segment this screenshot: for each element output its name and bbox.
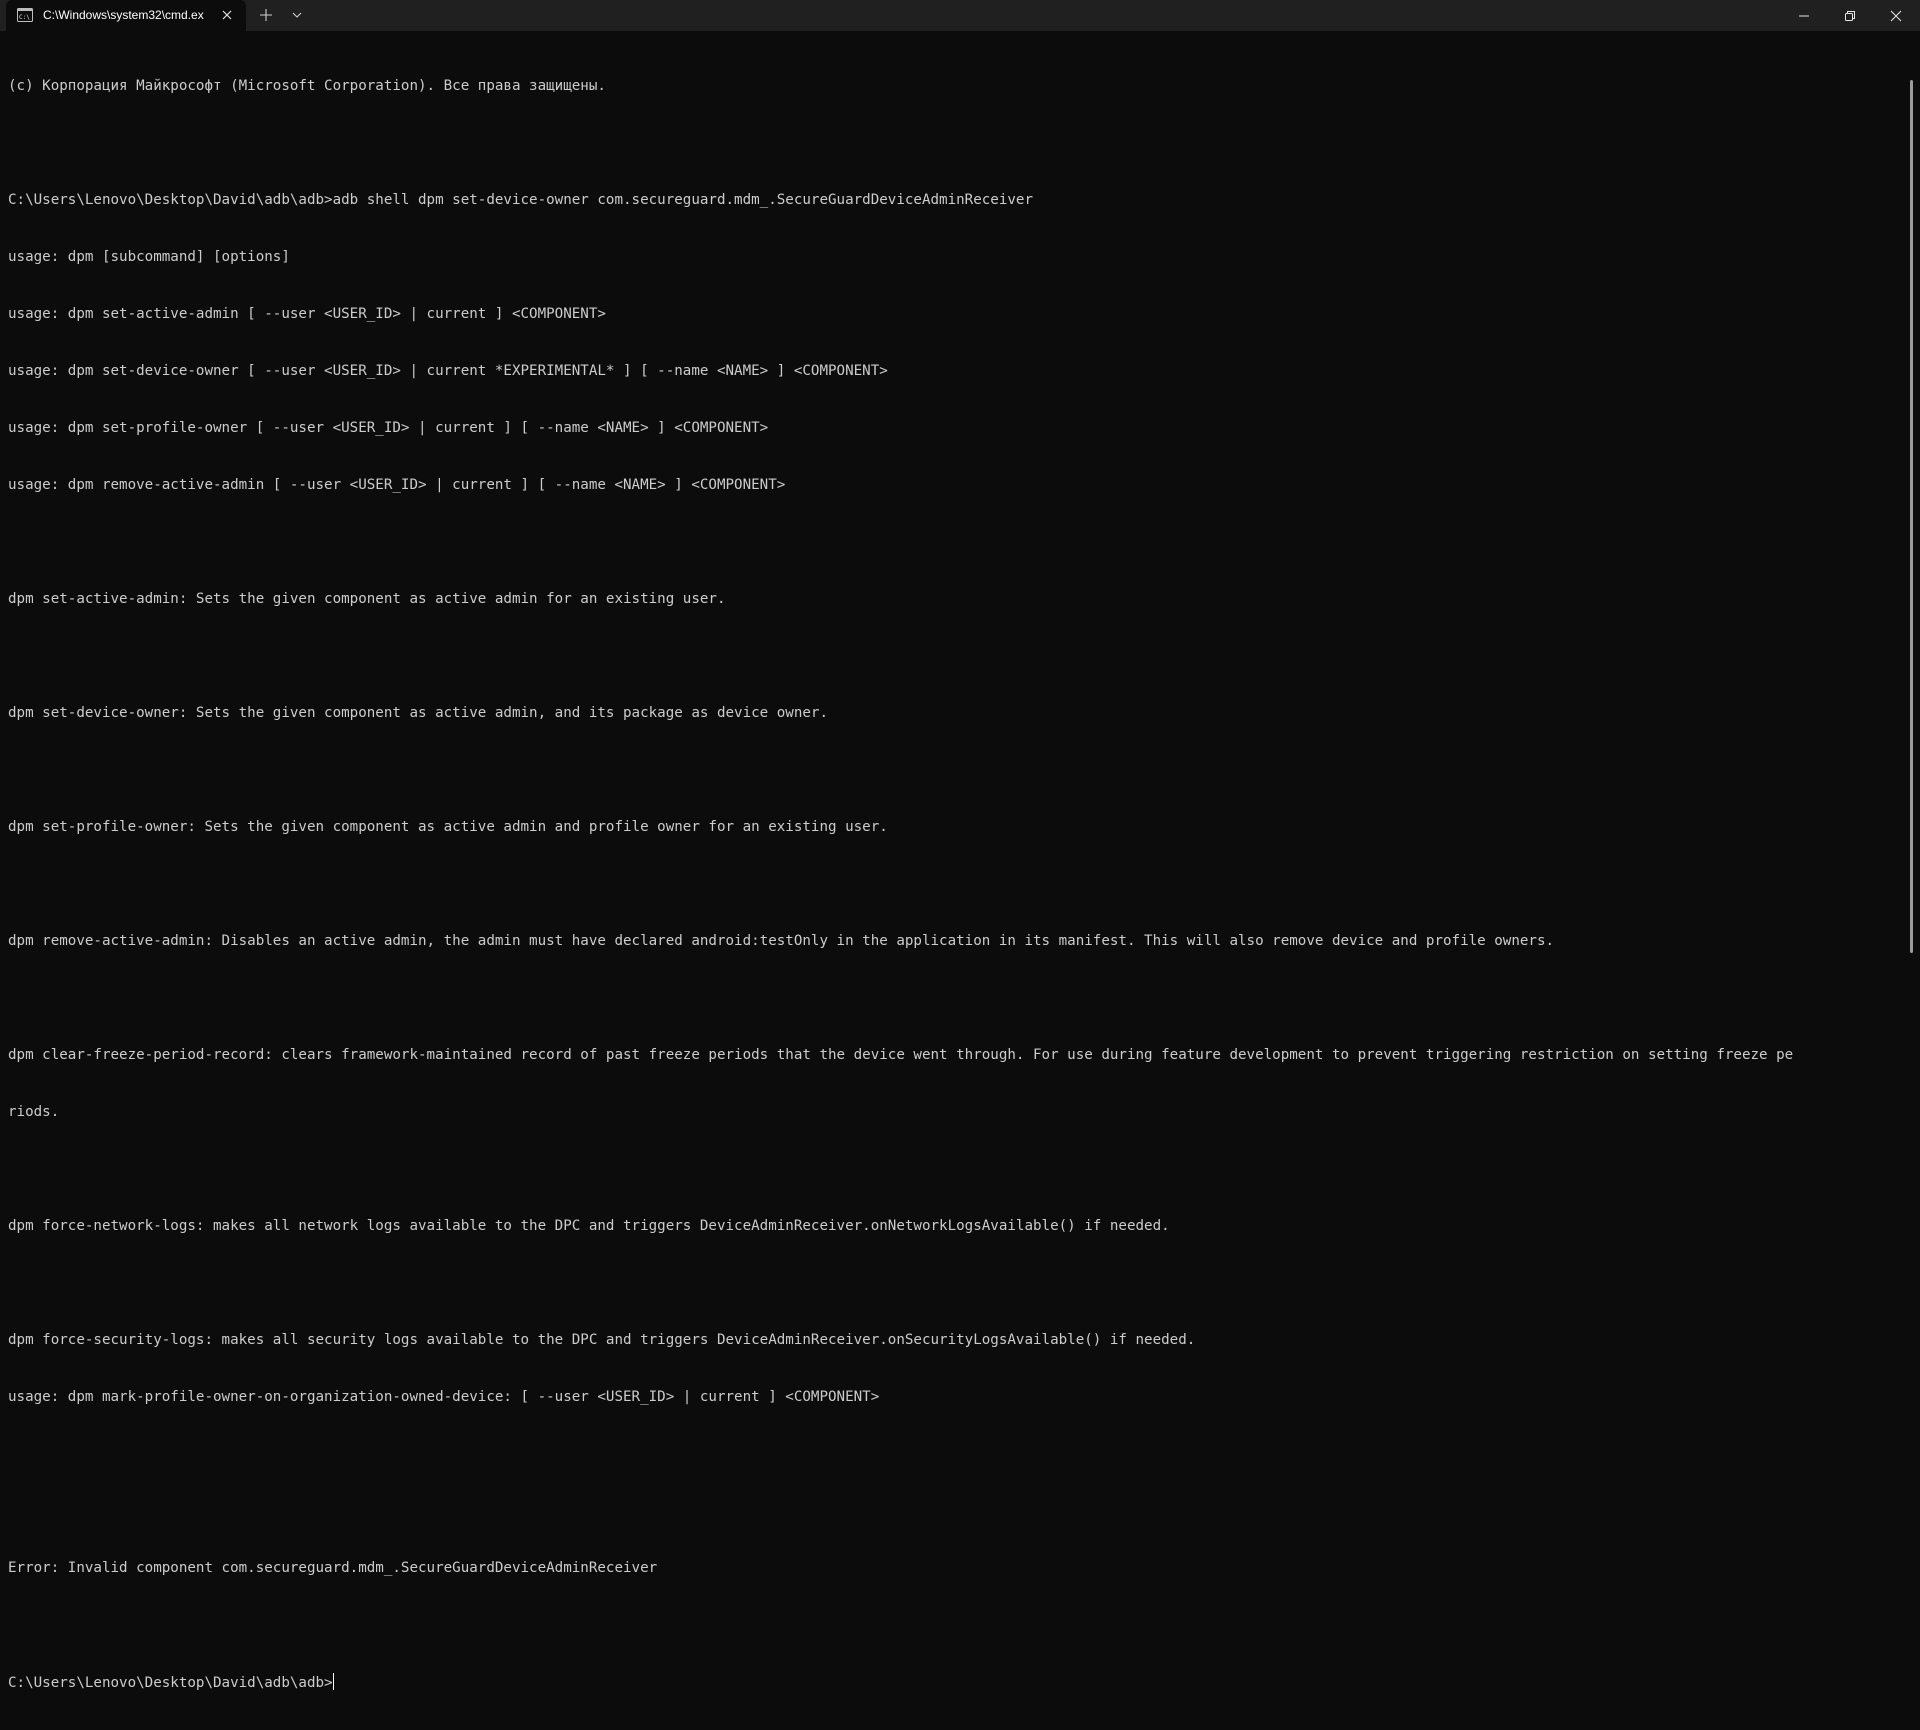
terminal-line: usage: dpm set-device-owner [ --user <US…: [8, 363, 888, 379]
terminal-line: usage: dpm set-profile-owner [ --user <U…: [8, 420, 769, 436]
terminal-line: dpm set-device-owner: Sets the given com…: [8, 705, 828, 721]
terminal-output[interactable]: (c) Корпорация Майкрософт (Microsoft Cor…: [8, 39, 1898, 1691]
close-button[interactable]: [1873, 0, 1919, 31]
terminal-line: usage: dpm remove-active-admin [ --user …: [8, 477, 786, 493]
cmd-terminal-icon: C:\: [17, 8, 33, 22]
restore-icon: [1845, 10, 1855, 21]
terminal-line: usage: dpm set-active-admin [ --user <US…: [8, 306, 606, 322]
close-icon[interactable]: [220, 8, 234, 22]
text-cursor: [332, 1673, 334, 1690]
chevron-down-icon[interactable]: [290, 8, 304, 22]
svg-text:C:\: C:\: [19, 14, 30, 21]
terminal-line: riods.: [8, 1104, 60, 1120]
minimize-icon: [1799, 15, 1809, 16]
minimize-button[interactable]: [1781, 0, 1827, 31]
close-icon: [1890, 10, 1902, 21]
terminal-window: C:\ C:\Windows\system32\cmd.ex (c) Корпо…: [0, 0, 1920, 1691]
tab-title: C:\Windows\system32\cmd.ex: [43, 8, 204, 22]
terminal-line: C:\Users\Lenovo\Desktop\David\adb\adb>ad…: [8, 192, 1033, 208]
terminal-line: dpm set-active-admin: Sets the given com…: [8, 591, 726, 607]
terminal-line: dpm force-security-logs: makes all secur…: [8, 1332, 1196, 1348]
tab-cmd[interactable]: C:\ C:\Windows\system32\cmd.ex: [6, 0, 246, 31]
terminal-prompt: C:\Users\Lenovo\Desktop\David\adb\adb>: [8, 1675, 333, 1691]
terminal-line: dpm remove-active-admin: Disables an act…: [8, 933, 1555, 949]
title-bar[interactable]: C:\ C:\Windows\system32\cmd.ex: [0, 0, 1920, 31]
terminal-line: Error: Invalid component com.secureguard…: [8, 1560, 658, 1576]
terminal-prompt-line[interactable]: C:\Users\Lenovo\Desktop\David\adb\adb>: [8, 1673, 1898, 1692]
plus-icon[interactable]: [258, 7, 274, 23]
terminal-line: dpm force-network-logs: makes all networ…: [8, 1218, 1170, 1234]
terminal-line: usage: dpm mark-profile-owner-on-organiz…: [8, 1389, 880, 1405]
scrollbar[interactable]: [1910, 80, 1913, 953]
terminal-line: usage: dpm [subcommand] [options]: [8, 249, 290, 265]
maximize-button[interactable]: [1827, 0, 1873, 31]
terminal-line: (c) Корпорация Майкрософт (Microsoft Cor…: [8, 78, 606, 94]
terminal-line: dpm clear-freeze-period-record: clears f…: [8, 1047, 1794, 1063]
terminal-line: dpm set-profile-owner: Sets the given co…: [8, 819, 888, 835]
